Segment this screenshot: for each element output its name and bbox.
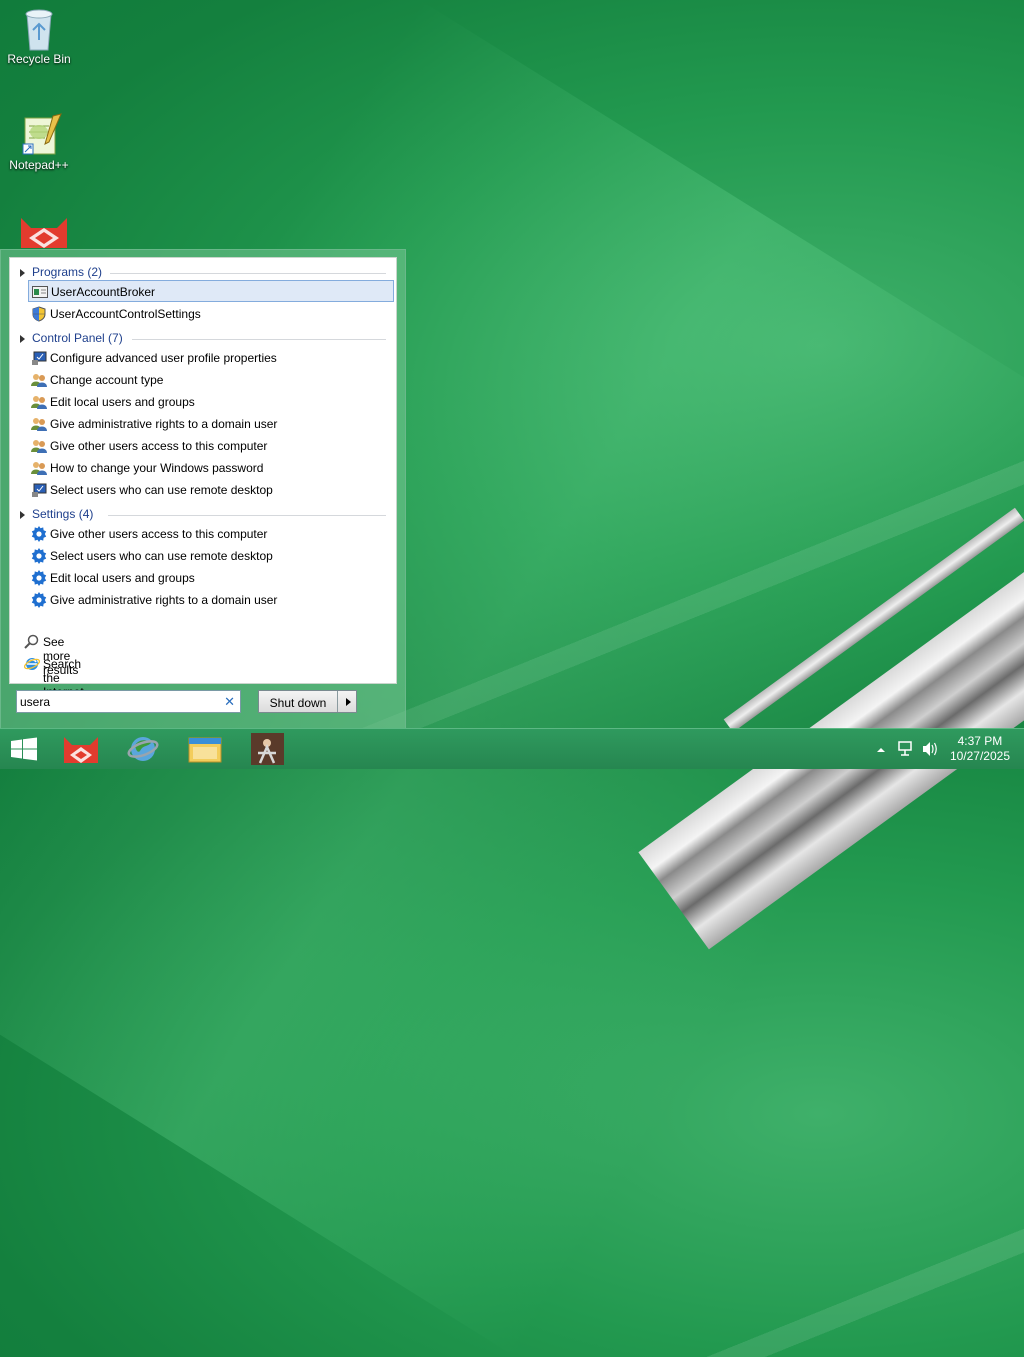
tray-volume[interactable] — [920, 729, 940, 769]
result-item[interactable]: Edit local users and groups — [28, 391, 394, 413]
app-window-icon — [32, 284, 48, 300]
taskbar-app-bookmark[interactable] — [240, 729, 294, 769]
clock-date: 10/27/2025 — [949, 749, 1010, 763]
result-item[interactable]: How to change your Windows password — [28, 457, 394, 479]
expand-arrow-icon — [20, 511, 25, 519]
gear-icon — [31, 526, 47, 542]
result-item[interactable]: Configure advanced user profile properti… — [28, 347, 394, 369]
taskbar-clock[interactable]: 4:37 PM 10/27/2025 — [950, 734, 1010, 764]
result-item[interactable]: Give administrative rights to a domain u… — [28, 589, 394, 611]
desktop-icon-notepad[interactable]: Notepad++ — [3, 112, 75, 172]
group-header-programs[interactable]: Programs (2) — [10, 262, 390, 282]
tray-network[interactable] — [896, 729, 916, 769]
search-input[interactable] — [20, 693, 215, 710]
taskbar: 4:37 PM 10/27/2025 — [0, 728, 1024, 769]
clock-time: 4:37 PM — [957, 734, 1003, 748]
result-label: Edit local users and groups — [50, 395, 195, 409]
volume-icon — [923, 742, 937, 756]
system-monitor-icon — [31, 350, 47, 366]
tray-overflow-arrow[interactable] — [874, 729, 888, 769]
result-item[interactable]: Change account type — [28, 369, 394, 391]
recycle-bin-icon — [19, 6, 59, 51]
magnifier-icon — [24, 634, 40, 650]
group-label: Programs (2) — [32, 265, 103, 279]
result-item[interactable]: Edit local users and groups — [28, 567, 394, 589]
result-label: Give administrative rights to a domain u… — [50, 593, 278, 607]
result-label: UserAccountBroker — [51, 285, 156, 299]
shut-down-label: Shut down — [269, 696, 327, 710]
users-icon — [31, 372, 47, 388]
group-label: Settings (4) — [32, 507, 94, 521]
result-label: Give other users access to this computer — [50, 527, 268, 541]
result-item[interactable]: Give other users access to this computer — [28, 523, 394, 545]
divider — [132, 339, 386, 340]
desktop-icon-label: Recycle Bin — [7, 52, 71, 66]
gear-icon — [31, 592, 47, 608]
uac-shield-icon — [31, 306, 47, 322]
search-results-panel: Programs (2) UserAccountBroker UserAccou… — [9, 257, 397, 699]
chevron-up-icon — [877, 748, 885, 752]
result-label: Select users who can use remote desktop — [50, 483, 273, 497]
divider — [337, 691, 338, 712]
shut-down-button[interactable]: Shut down — [258, 690, 357, 713]
divider — [108, 515, 386, 516]
file-explorer-icon — [188, 737, 222, 763]
group-label: Control Panel (7) — [32, 331, 123, 345]
result-label: UserAccountControlSettings — [50, 307, 201, 321]
taskbar-app-cat[interactable] — [54, 729, 108, 769]
expand-arrow-icon — [20, 335, 25, 343]
system-monitor-icon — [31, 482, 47, 498]
gear-icon — [31, 570, 47, 586]
gear-icon — [31, 548, 47, 564]
internet-explorer-icon — [23, 656, 41, 672]
result-label: Edit local users and groups — [50, 571, 195, 585]
clear-search-icon[interactable]: ✕ — [224, 694, 235, 710]
network-icon — [898, 741, 912, 756]
expand-arrow-icon — [20, 269, 25, 277]
app-cat-icon — [64, 737, 98, 763]
users-icon — [31, 416, 47, 432]
divider — [110, 273, 386, 274]
result-item[interactable]: Give administrative rights to a domain u… — [28, 413, 394, 435]
group-header-control-panel[interactable]: Control Panel (7) — [10, 328, 390, 348]
desktop-icon-recycle-bin[interactable]: Recycle Bin — [3, 6, 75, 66]
result-item[interactable]: UserAccountBroker — [28, 280, 394, 302]
start-button[interactable] — [0, 729, 54, 769]
result-label: Give other users access to this computer — [50, 439, 268, 453]
result-label: Configure advanced user profile properti… — [50, 351, 277, 365]
browser-globe-icon — [127, 737, 159, 761]
shutdown-options-arrow-icon[interactable] — [346, 698, 351, 706]
users-icon — [31, 460, 47, 476]
users-icon — [31, 438, 47, 454]
result-item[interactable]: Give other users access to this computer — [28, 435, 394, 457]
taskbar-app-file-explorer[interactable] — [178, 729, 232, 769]
users-icon — [31, 394, 47, 410]
notepad-plus-plus-icon — [19, 112, 62, 156]
result-item[interactable]: Select users who can use remote desktop — [28, 545, 394, 567]
taskbar-app-browser[interactable] — [116, 729, 170, 769]
result-label: How to change your Windows password — [50, 461, 264, 475]
start-menu: Programs (2) UserAccountBroker UserAccou… — [0, 249, 406, 730]
desktop-icon-label: Notepad++ — [9, 158, 69, 172]
result-item[interactable]: UserAccountControlSettings — [28, 303, 394, 325]
group-header-settings[interactable]: Settings (4) — [10, 504, 390, 524]
result-item[interactable]: Select users who can use remote desktop — [28, 479, 394, 501]
result-label: Select users who can use remote desktop — [50, 549, 273, 563]
result-label: Give administrative rights to a domain u… — [50, 417, 278, 431]
result-label: Change account type — [50, 373, 164, 387]
start-windows-icon — [11, 737, 37, 761]
start-search-box[interactable]: ✕ — [16, 690, 241, 713]
bookmark-app-icon — [251, 733, 284, 765]
